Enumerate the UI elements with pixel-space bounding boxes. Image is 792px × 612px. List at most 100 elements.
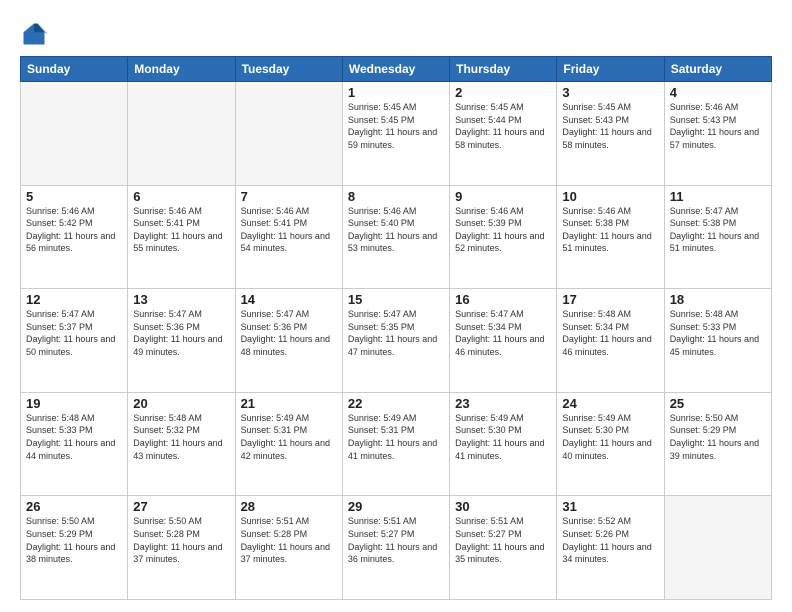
logo: [20, 20, 50, 48]
week-row-4: 19Sunrise: 5:48 AM Sunset: 5:33 PM Dayli…: [21, 392, 772, 496]
day-info: Sunrise: 5:46 AM Sunset: 5:39 PM Dayligh…: [455, 205, 551, 255]
calendar-cell: 25Sunrise: 5:50 AM Sunset: 5:29 PM Dayli…: [664, 392, 771, 496]
day-number: 9: [455, 189, 551, 204]
weekday-header-row: SundayMondayTuesdayWednesdayThursdayFrid…: [21, 57, 772, 82]
day-number: 15: [348, 292, 444, 307]
day-number: 21: [241, 396, 337, 411]
calendar-cell: [128, 82, 235, 186]
calendar-cell: [21, 82, 128, 186]
calendar-cell: 13Sunrise: 5:47 AM Sunset: 5:36 PM Dayli…: [128, 289, 235, 393]
day-number: 13: [133, 292, 229, 307]
day-number: 25: [670, 396, 766, 411]
calendar-cell: [235, 82, 342, 186]
calendar-cell: 30Sunrise: 5:51 AM Sunset: 5:27 PM Dayli…: [450, 496, 557, 600]
calendar-cell: 18Sunrise: 5:48 AM Sunset: 5:33 PM Dayli…: [664, 289, 771, 393]
calendar-cell: 2Sunrise: 5:45 AM Sunset: 5:44 PM Daylig…: [450, 82, 557, 186]
day-info: Sunrise: 5:46 AM Sunset: 5:42 PM Dayligh…: [26, 205, 122, 255]
day-number: 1: [348, 85, 444, 100]
calendar-cell: 9Sunrise: 5:46 AM Sunset: 5:39 PM Daylig…: [450, 185, 557, 289]
day-number: 4: [670, 85, 766, 100]
calendar-cell: 31Sunrise: 5:52 AM Sunset: 5:26 PM Dayli…: [557, 496, 664, 600]
calendar-cell: 20Sunrise: 5:48 AM Sunset: 5:32 PM Dayli…: [128, 392, 235, 496]
calendar-cell: [664, 496, 771, 600]
day-info: Sunrise: 5:47 AM Sunset: 5:36 PM Dayligh…: [133, 308, 229, 358]
logo-icon: [20, 20, 48, 48]
day-info: Sunrise: 5:45 AM Sunset: 5:45 PM Dayligh…: [348, 101, 444, 151]
day-number: 5: [26, 189, 122, 204]
day-info: Sunrise: 5:47 AM Sunset: 5:34 PM Dayligh…: [455, 308, 551, 358]
day-info: Sunrise: 5:45 AM Sunset: 5:44 PM Dayligh…: [455, 101, 551, 151]
calendar-cell: 14Sunrise: 5:47 AM Sunset: 5:36 PM Dayli…: [235, 289, 342, 393]
weekday-header-friday: Friday: [557, 57, 664, 82]
day-info: Sunrise: 5:49 AM Sunset: 5:31 PM Dayligh…: [241, 412, 337, 462]
calendar-cell: 7Sunrise: 5:46 AM Sunset: 5:41 PM Daylig…: [235, 185, 342, 289]
day-number: 24: [562, 396, 658, 411]
day-number: 2: [455, 85, 551, 100]
calendar-table: SundayMondayTuesdayWednesdayThursdayFrid…: [20, 56, 772, 600]
day-info: Sunrise: 5:46 AM Sunset: 5:41 PM Dayligh…: [133, 205, 229, 255]
day-info: Sunrise: 5:51 AM Sunset: 5:27 PM Dayligh…: [455, 515, 551, 565]
day-info: Sunrise: 5:49 AM Sunset: 5:30 PM Dayligh…: [562, 412, 658, 462]
day-info: Sunrise: 5:47 AM Sunset: 5:38 PM Dayligh…: [670, 205, 766, 255]
day-info: Sunrise: 5:49 AM Sunset: 5:31 PM Dayligh…: [348, 412, 444, 462]
day-number: 12: [26, 292, 122, 307]
day-info: Sunrise: 5:51 AM Sunset: 5:28 PM Dayligh…: [241, 515, 337, 565]
weekday-header-sunday: Sunday: [21, 57, 128, 82]
day-number: 26: [26, 499, 122, 514]
weekday-header-tuesday: Tuesday: [235, 57, 342, 82]
calendar-page: SundayMondayTuesdayWednesdayThursdayFrid…: [0, 0, 792, 612]
day-info: Sunrise: 5:50 AM Sunset: 5:29 PM Dayligh…: [26, 515, 122, 565]
day-number: 31: [562, 499, 658, 514]
day-number: 29: [348, 499, 444, 514]
day-info: Sunrise: 5:45 AM Sunset: 5:43 PM Dayligh…: [562, 101, 658, 151]
day-number: 28: [241, 499, 337, 514]
calendar-cell: 23Sunrise: 5:49 AM Sunset: 5:30 PM Dayli…: [450, 392, 557, 496]
day-number: 3: [562, 85, 658, 100]
week-row-3: 12Sunrise: 5:47 AM Sunset: 5:37 PM Dayli…: [21, 289, 772, 393]
day-number: 27: [133, 499, 229, 514]
day-number: 17: [562, 292, 658, 307]
day-info: Sunrise: 5:48 AM Sunset: 5:33 PM Dayligh…: [26, 412, 122, 462]
day-info: Sunrise: 5:46 AM Sunset: 5:43 PM Dayligh…: [670, 101, 766, 151]
calendar-cell: 28Sunrise: 5:51 AM Sunset: 5:28 PM Dayli…: [235, 496, 342, 600]
day-info: Sunrise: 5:52 AM Sunset: 5:26 PM Dayligh…: [562, 515, 658, 565]
calendar-cell: 11Sunrise: 5:47 AM Sunset: 5:38 PM Dayli…: [664, 185, 771, 289]
day-number: 7: [241, 189, 337, 204]
weekday-header-wednesday: Wednesday: [342, 57, 449, 82]
calendar-cell: 22Sunrise: 5:49 AM Sunset: 5:31 PM Dayli…: [342, 392, 449, 496]
calendar-cell: 12Sunrise: 5:47 AM Sunset: 5:37 PM Dayli…: [21, 289, 128, 393]
day-number: 11: [670, 189, 766, 204]
day-info: Sunrise: 5:46 AM Sunset: 5:40 PM Dayligh…: [348, 205, 444, 255]
weekday-header-saturday: Saturday: [664, 57, 771, 82]
day-number: 14: [241, 292, 337, 307]
day-number: 10: [562, 189, 658, 204]
calendar-cell: 5Sunrise: 5:46 AM Sunset: 5:42 PM Daylig…: [21, 185, 128, 289]
calendar-cell: 27Sunrise: 5:50 AM Sunset: 5:28 PM Dayli…: [128, 496, 235, 600]
day-info: Sunrise: 5:47 AM Sunset: 5:36 PM Dayligh…: [241, 308, 337, 358]
day-info: Sunrise: 5:47 AM Sunset: 5:35 PM Dayligh…: [348, 308, 444, 358]
calendar-cell: 8Sunrise: 5:46 AM Sunset: 5:40 PM Daylig…: [342, 185, 449, 289]
day-number: 20: [133, 396, 229, 411]
day-info: Sunrise: 5:47 AM Sunset: 5:37 PM Dayligh…: [26, 308, 122, 358]
day-info: Sunrise: 5:48 AM Sunset: 5:34 PM Dayligh…: [562, 308, 658, 358]
day-info: Sunrise: 5:51 AM Sunset: 5:27 PM Dayligh…: [348, 515, 444, 565]
week-row-1: 1Sunrise: 5:45 AM Sunset: 5:45 PM Daylig…: [21, 82, 772, 186]
calendar-cell: 1Sunrise: 5:45 AM Sunset: 5:45 PM Daylig…: [342, 82, 449, 186]
calendar-cell: 29Sunrise: 5:51 AM Sunset: 5:27 PM Dayli…: [342, 496, 449, 600]
day-number: 6: [133, 189, 229, 204]
day-info: Sunrise: 5:48 AM Sunset: 5:33 PM Dayligh…: [670, 308, 766, 358]
calendar-cell: 26Sunrise: 5:50 AM Sunset: 5:29 PM Dayli…: [21, 496, 128, 600]
calendar-cell: 21Sunrise: 5:49 AM Sunset: 5:31 PM Dayli…: [235, 392, 342, 496]
day-number: 23: [455, 396, 551, 411]
weekday-header-monday: Monday: [128, 57, 235, 82]
calendar-cell: 4Sunrise: 5:46 AM Sunset: 5:43 PM Daylig…: [664, 82, 771, 186]
day-number: 16: [455, 292, 551, 307]
week-row-2: 5Sunrise: 5:46 AM Sunset: 5:42 PM Daylig…: [21, 185, 772, 289]
calendar-cell: 24Sunrise: 5:49 AM Sunset: 5:30 PM Dayli…: [557, 392, 664, 496]
calendar-cell: 17Sunrise: 5:48 AM Sunset: 5:34 PM Dayli…: [557, 289, 664, 393]
calendar-cell: 16Sunrise: 5:47 AM Sunset: 5:34 PM Dayli…: [450, 289, 557, 393]
calendar-cell: 15Sunrise: 5:47 AM Sunset: 5:35 PM Dayli…: [342, 289, 449, 393]
day-number: 22: [348, 396, 444, 411]
calendar-cell: 19Sunrise: 5:48 AM Sunset: 5:33 PM Dayli…: [21, 392, 128, 496]
calendar-cell: 6Sunrise: 5:46 AM Sunset: 5:41 PM Daylig…: [128, 185, 235, 289]
